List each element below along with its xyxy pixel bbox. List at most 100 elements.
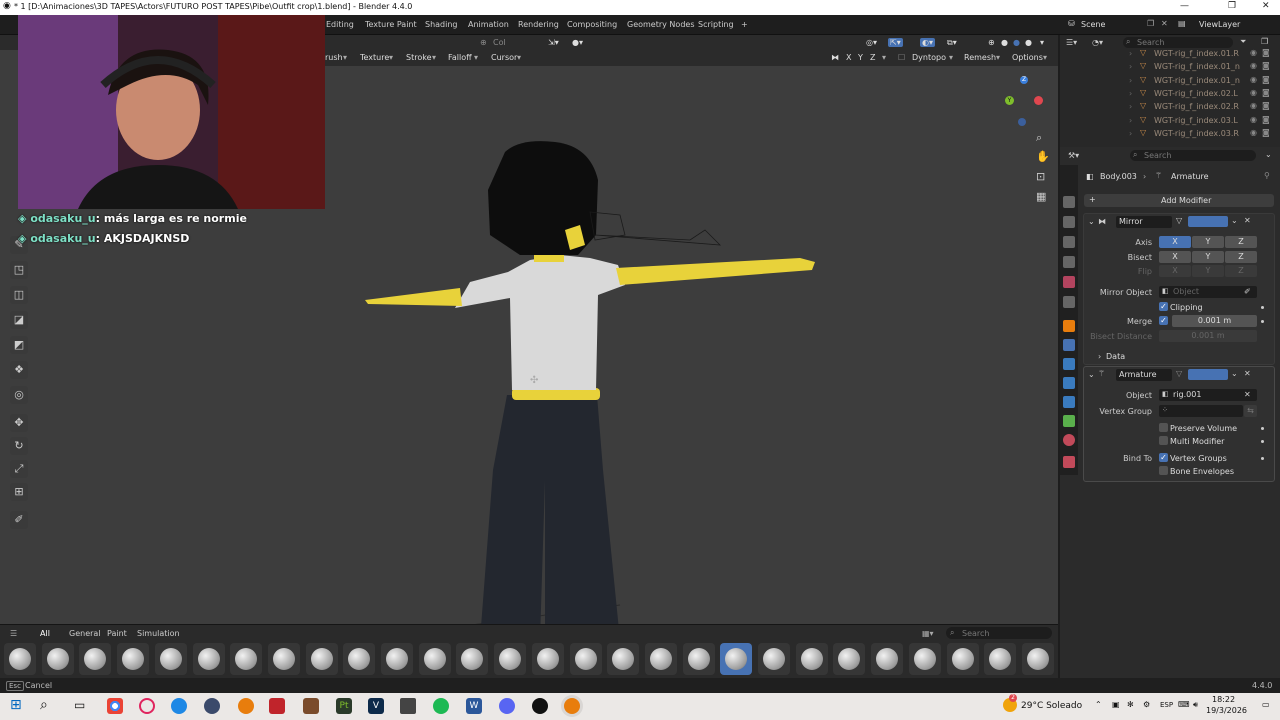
gizmo-z-axis[interactable]: Z	[1020, 76, 1028, 84]
tray-chevron-icon[interactable]: ⌃	[1095, 700, 1102, 709]
expand-arrow-icon[interactable]: ›	[1129, 76, 1132, 85]
brush-thumbnail[interactable]	[720, 643, 753, 675]
shelf-menu-icon[interactable]: ☰	[10, 629, 17, 638]
edge-icon[interactable]	[171, 698, 187, 714]
brush-thumbnail[interactable]	[381, 643, 413, 675]
color-filter-tool-icon[interactable]: ◎	[10, 386, 28, 404]
tray-settings-icon[interactable]: ⚙	[1143, 700, 1150, 709]
clear-field-icon[interactable]: ✕	[1244, 390, 1251, 399]
remesh-menu[interactable]: Remesh	[964, 53, 996, 62]
modifier-properties-icon[interactable]	[1063, 339, 1075, 351]
constraints-properties-icon[interactable]	[1063, 396, 1075, 408]
task-view-icon[interactable]: ▭	[74, 698, 85, 712]
remove-modifier-icon[interactable]: ✕	[1244, 369, 1251, 378]
camera-view-icon[interactable]: ⊡	[1036, 170, 1045, 183]
stroke-menu[interactable]: Stroke	[406, 53, 432, 62]
gizmo-x-axis[interactable]	[1034, 96, 1043, 105]
render-camera-icon[interactable]: ◙	[1262, 75, 1270, 84]
expand-arrow-icon[interactable]: ›	[1129, 129, 1132, 138]
category-simulation[interactable]: Simulation	[137, 629, 180, 638]
expand-chevron-icon[interactable]: ›	[1098, 352, 1101, 361]
shading-options-icon[interactable]: ▾	[1040, 38, 1044, 47]
brush-thumbnail[interactable]	[494, 643, 527, 675]
brush-thumbnail[interactable]	[946, 643, 979, 675]
word-icon[interactable]: W	[466, 698, 482, 714]
texture-properties-icon[interactable]	[1063, 456, 1075, 468]
expand-arrow-icon[interactable]: ›	[1129, 89, 1132, 98]
pycharm-icon[interactable]: Pt	[336, 698, 352, 714]
brush-thumbnail[interactable]	[682, 643, 715, 675]
brush-thumbnail[interactable]	[154, 643, 187, 675]
zoom-icon[interactable]: ⌕	[1036, 131, 1042, 145]
brush-menu[interactable]: rush	[325, 53, 343, 62]
world-properties-icon[interactable]	[1063, 296, 1075, 308]
voicemeeter-icon[interactable]	[269, 698, 285, 714]
mirror-name-field[interactable]: Mirror	[1116, 216, 1172, 228]
axis-z-toggle[interactable]: Z	[1225, 236, 1257, 248]
render-camera-icon[interactable]: ◙	[1262, 88, 1270, 97]
gizmo-neg-z-axis[interactable]	[1018, 118, 1026, 126]
category-general[interactable]: General	[69, 629, 101, 638]
vertex-groups-keyframe-dot[interactable]	[1261, 457, 1264, 460]
flip-y-toggle[interactable]: Y	[1192, 265, 1224, 277]
folder-icon[interactable]	[303, 698, 319, 714]
modifier-dropdown-icon[interactable]: ⌄	[1231, 369, 1238, 378]
move-tool-icon[interactable]: ✥	[10, 414, 28, 432]
collapse-chevron-icon[interactable]: ⌄	[1088, 370, 1095, 379]
visibility-eye-icon[interactable]: ◉	[1250, 128, 1257, 137]
grab-tool-icon[interactable]: ◳	[10, 261, 28, 279]
armature-visibility-toggles[interactable]	[1188, 369, 1228, 380]
visibility-icon[interactable]: ◎▾	[866, 38, 877, 47]
render-camera-icon[interactable]: ◙	[1262, 61, 1270, 70]
terminal-icon[interactable]	[400, 698, 416, 714]
annotate-tool-icon[interactable]: ✐	[10, 511, 28, 529]
pin-icon[interactable]: ⚲	[1264, 171, 1270, 180]
add-modifier-button[interactable]: + Add Modifier	[1084, 194, 1274, 207]
obs-icon[interactable]	[532, 698, 548, 714]
chrome-icon[interactable]	[107, 698, 123, 714]
brush-thumbnail[interactable]	[795, 643, 828, 675]
properties-editor-icon[interactable]: ⚒▾	[1068, 151, 1079, 160]
render-camera-icon[interactable]: ◙	[1262, 101, 1270, 110]
dyntopo-menu[interactable]: Dyntopo	[912, 53, 946, 62]
mirror-x-toggle[interactable]: X	[846, 53, 851, 62]
tray-app-icon[interactable]: ▣	[1112, 700, 1120, 709]
brush-thumbnail[interactable]	[456, 643, 489, 675]
gizmo-toggle-icon[interactable]: ⇱▾	[888, 38, 903, 47]
face-set-tool-icon[interactable]: ◪	[10, 311, 28, 329]
clock-time[interactable]: 18:22	[1212, 695, 1235, 704]
properties-options-icon[interactable]: ⌄	[1265, 150, 1272, 159]
brush-thumbnail[interactable]	[984, 643, 1017, 675]
transform-pivot-icon[interactable]: ⇲▾	[548, 38, 559, 47]
new-collection-icon[interactable]: ❐	[1261, 37, 1268, 46]
gizmo-y-axis[interactable]: Y	[1005, 96, 1014, 105]
brush-thumbnail[interactable]	[4, 643, 36, 675]
visibility-eye-icon[interactable]: ◉	[1250, 48, 1257, 57]
minimize-button[interactable]: —	[1180, 1, 1189, 11]
texture-menu[interactable]: Texture	[360, 53, 389, 62]
armature-object-field[interactable]: rig.001	[1159, 389, 1257, 401]
vertex-group-field[interactable]	[1159, 405, 1243, 417]
brush-thumbnail[interactable]	[833, 643, 866, 675]
tab-editing[interactable]: Editing	[326, 20, 354, 29]
mesh-filter-tool-icon[interactable]: ◩	[10, 336, 28, 354]
bisect-y-toggle[interactable]: Y	[1192, 251, 1224, 263]
render-camera-icon[interactable]: ◙	[1262, 128, 1270, 137]
brush-thumbnail[interactable]	[79, 643, 112, 675]
taskbar-search-icon[interactable]: ⌕	[40, 697, 48, 713]
axis-x-toggle[interactable]: X	[1159, 236, 1191, 248]
dyntopo-checkbox[interactable]: ☐	[898, 53, 905, 62]
collection-label[interactable]: Col	[493, 38, 506, 47]
object-properties-icon[interactable]	[1063, 320, 1075, 332]
eyedropper-icon[interactable]: ✐	[1244, 287, 1251, 296]
category-all[interactable]: All	[40, 629, 50, 638]
view-layer-properties-icon[interactable]	[1063, 256, 1075, 268]
outliner-editor-icon[interactable]: ☰▾	[1066, 38, 1077, 47]
properties-search-input[interactable]: ⌕ Search	[1130, 150, 1256, 161]
tab-rendering[interactable]: Rendering	[518, 20, 559, 29]
outliner-row[interactable]: › ▽ WGT-rig_f_index.01_n ◉ ◙	[1128, 61, 1273, 73]
spotify-icon[interactable]	[433, 698, 449, 714]
visibility-eye-icon[interactable]: ◉	[1250, 61, 1257, 70]
clock-date[interactable]: 19/3/2026	[1206, 706, 1247, 715]
restore-button[interactable]: ❐	[1228, 1, 1236, 11]
